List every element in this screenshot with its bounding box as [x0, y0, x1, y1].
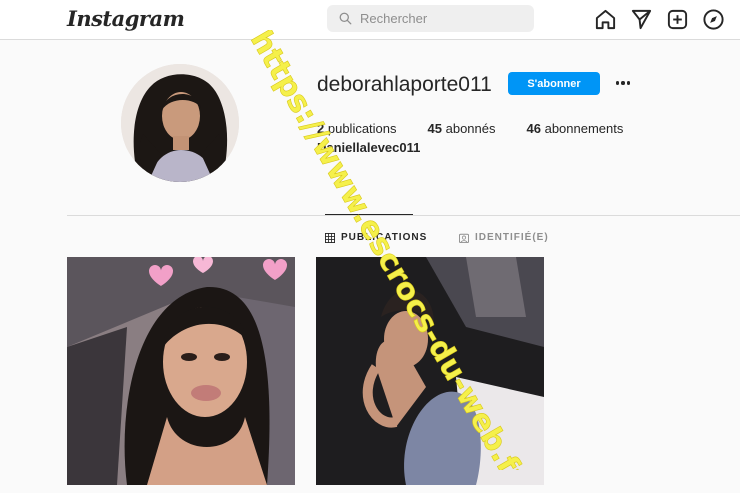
following-count: 46	[526, 121, 541, 136]
post-thumbnail[interactable]	[316, 257, 544, 485]
posts-count: 2	[317, 121, 325, 136]
send-icon[interactable]	[630, 8, 653, 31]
grid-icon	[325, 232, 335, 243]
follow-button[interactable]: S'abonner	[508, 72, 600, 95]
search-bar[interactable]	[327, 5, 534, 32]
new-post-icon[interactable]	[666, 8, 689, 31]
search-input[interactable]	[360, 11, 520, 26]
explore-icon[interactable]	[702, 8, 725, 31]
tagged-icon	[459, 233, 469, 243]
posts-label: publications	[327, 121, 397, 136]
tabs-divider	[67, 215, 740, 216]
posts-stat: 2 publications	[317, 121, 397, 136]
nav-icons	[594, 8, 725, 31]
more-options-icon[interactable]	[612, 72, 634, 94]
tab-publications-label: PUBLICATIONS	[341, 232, 428, 243]
home-icon[interactable]	[594, 8, 617, 31]
tab-publications[interactable]: PUBLICATIONS	[325, 232, 427, 243]
active-tab-indicator	[325, 214, 413, 215]
tab-tagged-label: IDENTIFIÉ(E)	[475, 232, 549, 243]
search-icon	[339, 12, 352, 25]
followers-label: abonnés	[445, 121, 496, 136]
profile-username: deborahlaporte011	[317, 73, 492, 96]
post-thumbnail[interactable]	[67, 257, 295, 485]
profile-full-name: Daniellalevec011	[317, 140, 421, 155]
top-navigation-bar: Instagram	[0, 0, 740, 40]
profile-avatar	[121, 64, 239, 182]
tab-tagged[interactable]: IDENTIFIÉ(E)	[459, 232, 549, 243]
followers-stat[interactable]: 45 abonnés	[428, 121, 496, 136]
instagram-logo[interactable]: Instagram	[67, 6, 185, 31]
profile-stats: 2 publications 45 abonnés 46 abonnements	[317, 121, 654, 136]
following-label: abonnements	[544, 121, 624, 136]
followers-count: 45	[427, 121, 442, 136]
following-stat[interactable]: 46 abonnements	[527, 121, 624, 136]
